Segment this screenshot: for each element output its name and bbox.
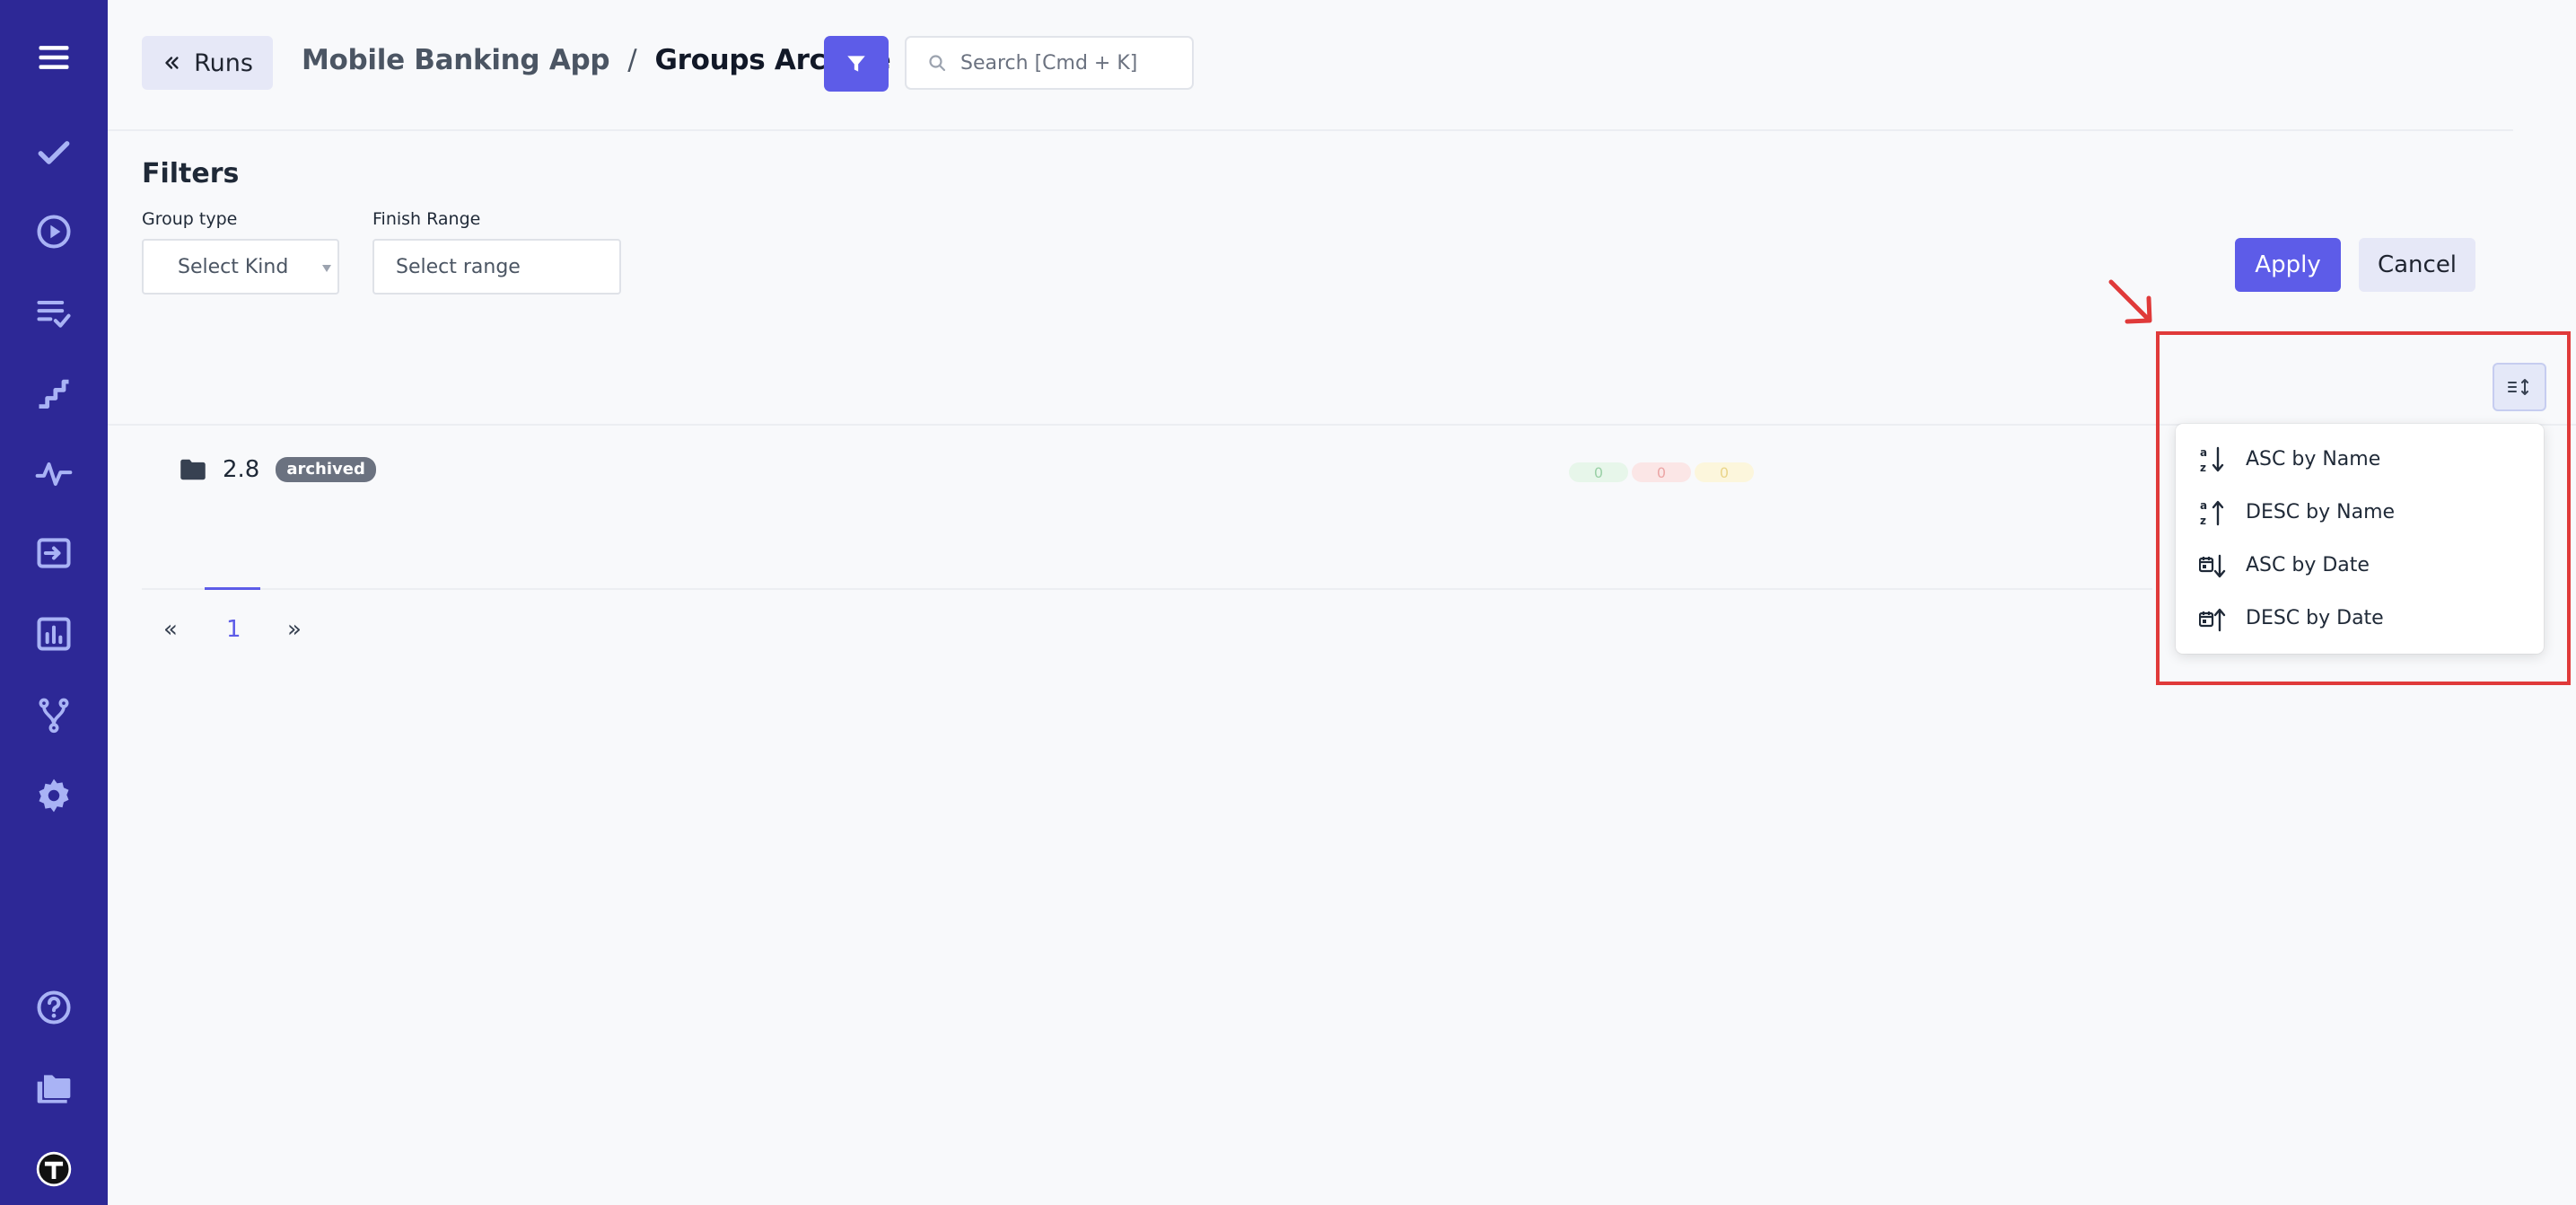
sort-item-label: ASC by Name bbox=[2246, 448, 2381, 471]
sort-date-desc-icon bbox=[2199, 608, 2226, 631]
import-icon[interactable] bbox=[22, 521, 86, 585]
svg-text:z: z bbox=[2200, 515, 2206, 527]
caret-down-icon bbox=[322, 265, 331, 272]
sort-asc-by-name[interactable]: a z ASC by Name bbox=[2176, 433, 2544, 486]
page-1-button[interactable]: 1 bbox=[226, 616, 241, 643]
active-page-indicator bbox=[205, 587, 260, 590]
group-type-label: Group type bbox=[142, 209, 238, 229]
skipped-count-badge: 0 bbox=[1695, 462, 1754, 482]
group-type-select[interactable]: Select Kind bbox=[142, 239, 339, 295]
checkmark-icon[interactable] bbox=[22, 120, 86, 185]
runs-button-label: Runs bbox=[194, 48, 253, 77]
status-badge: archived bbox=[276, 457, 376, 482]
group-type-value: Select Kind bbox=[178, 255, 289, 278]
help-circle-icon[interactable] bbox=[22, 975, 86, 1040]
breadcrumb-separator: / bbox=[627, 44, 637, 76]
search-box[interactable] bbox=[905, 36, 1194, 90]
funnel-icon bbox=[847, 56, 865, 72]
sort-item-label: DESC by Date bbox=[2246, 607, 2384, 629]
double-chevron-left-icon bbox=[165, 57, 179, 69]
svg-text:a: a bbox=[2200, 499, 2207, 512]
apply-button[interactable]: Apply bbox=[2235, 238, 2341, 292]
stairs-icon[interactable] bbox=[22, 361, 86, 426]
sort-dropdown-menu: a z ASC by Name a z DESC by Name ASC by … bbox=[2176, 424, 2544, 654]
finish-range-picker[interactable]: Select range bbox=[372, 239, 621, 295]
sort-date-asc-icon bbox=[2199, 554, 2226, 577]
breadcrumb: Mobile Banking App / Groups Archive bbox=[302, 44, 891, 76]
breadcrumb-project[interactable]: Mobile Banking App bbox=[302, 44, 610, 76]
annotation-arrow-icon bbox=[2108, 279, 2152, 324]
play-circle-icon[interactable] bbox=[22, 199, 86, 264]
svg-text:a: a bbox=[2200, 446, 2207, 459]
list-item[interactable]: 2.8 archived bbox=[180, 456, 376, 483]
filters-title: Filters bbox=[142, 158, 240, 189]
sort-alpha-desc-icon: a z bbox=[2200, 499, 2224, 527]
finish-range-label: Finish Range bbox=[372, 209, 481, 229]
list-check-icon[interactable] bbox=[22, 280, 86, 345]
next-page-button[interactable]: » bbox=[287, 616, 302, 643]
passed-count-badge: 0 bbox=[1569, 462, 1628, 482]
sort-desc-by-date[interactable]: DESC by Date bbox=[2176, 592, 2544, 645]
search-icon bbox=[929, 55, 946, 72]
sidebar bbox=[0, 0, 108, 1205]
svg-text:z: z bbox=[2200, 462, 2206, 474]
failed-count-badge: 0 bbox=[1632, 462, 1691, 482]
folder-icon bbox=[180, 459, 206, 480]
cancel-button[interactable]: Cancel bbox=[2359, 238, 2475, 292]
pulse-icon[interactable] bbox=[22, 442, 86, 506]
bar-chart-icon[interactable] bbox=[22, 602, 86, 666]
sort-icon bbox=[2508, 379, 2528, 395]
top-header: Runs Mobile Banking App / Groups Archive bbox=[108, 0, 2513, 131]
search-input[interactable] bbox=[960, 51, 1167, 75]
group-name[interactable]: 2.8 bbox=[223, 456, 259, 483]
sort-item-label: ASC by Date bbox=[2246, 554, 2370, 576]
sort-alpha-asc-icon: a z bbox=[2200, 446, 2224, 474]
folders-icon[interactable] bbox=[22, 1056, 86, 1121]
sort-item-label: DESC by Name bbox=[2246, 501, 2396, 523]
branch-icon[interactable] bbox=[22, 682, 86, 747]
hamburger-menu-icon[interactable] bbox=[22, 25, 86, 90]
finish-range-value: Select range bbox=[396, 255, 521, 278]
list-bottom-divider bbox=[142, 588, 2152, 590]
prev-page-button[interactable]: « bbox=[163, 616, 178, 643]
sort-asc-by-date[interactable]: ASC by Date bbox=[2176, 539, 2544, 592]
sort-button[interactable] bbox=[2493, 363, 2546, 411]
gear-icon[interactable] bbox=[22, 763, 86, 828]
sort-desc-by-name[interactable]: a z DESC by Name bbox=[2176, 486, 2544, 539]
filter-toggle-button[interactable] bbox=[824, 36, 889, 92]
back-to-runs-button[interactable]: Runs bbox=[142, 36, 273, 90]
app-logo-icon[interactable] bbox=[22, 1137, 86, 1201]
